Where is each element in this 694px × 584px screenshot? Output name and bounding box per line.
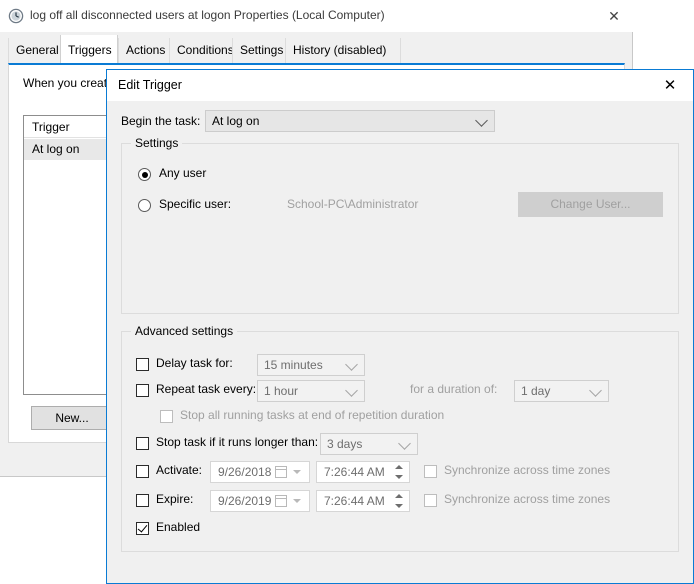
stop-task-longer-label: Stop task if it runs longer than:	[156, 435, 319, 449]
chevron-down-icon	[345, 358, 358, 371]
expire-label: Expire:	[156, 492, 194, 506]
begin-task-label: Begin the task:	[121, 114, 201, 128]
tab-conditions[interactable]: Conditions	[169, 38, 239, 63]
expire-date-value: 9/26/2019	[218, 494, 272, 508]
dialog-title: Edit Trigger	[118, 78, 182, 92]
checkbox-activate[interactable]	[136, 465, 149, 478]
activate-time-field[interactable]: 7:26:44 AM	[316, 461, 410, 483]
delay-task-select[interactable]: 15 minutes	[257, 354, 365, 376]
trigger-cell-value: At log on	[32, 142, 80, 156]
clock-icon	[8, 8, 24, 24]
spinner-down-icon[interactable]	[395, 504, 403, 508]
checkbox-enabled[interactable]	[136, 522, 149, 535]
checkbox-expire-sync-timezones[interactable]	[424, 494, 437, 507]
edit-trigger-dialog: Edit Trigger ✕ Begin the task: At log on…	[106, 69, 694, 584]
time-spinner[interactable]	[392, 493, 407, 509]
tab-settings[interactable]: Settings	[232, 38, 292, 63]
spinner-down-icon[interactable]	[395, 475, 403, 479]
caret-down-icon	[293, 470, 301, 474]
calendar-icon	[275, 495, 287, 507]
expire-sync-label: Synchronize across time zones	[444, 492, 611, 506]
settings-group-caption: Settings	[131, 136, 183, 150]
delay-task-value: 15 minutes	[264, 358, 323, 372]
repeat-task-select[interactable]: 1 hour	[257, 380, 365, 402]
duration-value: 1 day	[521, 384, 551, 398]
advanced-settings-groupbox: Advanced settings Delay task for: 15 min…	[121, 324, 679, 552]
chevron-down-icon	[475, 114, 488, 127]
checkbox-stop-all-running-tasks[interactable]	[160, 410, 173, 423]
change-user-button[interactable]: Change User...	[518, 192, 663, 217]
activate-time-value: 7:26:44 AM	[324, 465, 385, 479]
calendar-icon	[275, 466, 287, 478]
window-title: log off all disconnected users at logon …	[30, 8, 385, 22]
duration-select[interactable]: 1 day	[514, 380, 609, 402]
tab-strip: General Triggers Actions Conditions Sett…	[0, 35, 633, 64]
window-close-icon[interactable]: ✕	[600, 6, 628, 26]
checkbox-expire[interactable]	[136, 494, 149, 507]
radio-any-user-label: Any user	[159, 166, 207, 180]
checkbox-activate-sync-timezones[interactable]	[424, 465, 437, 478]
chevron-down-icon	[589, 384, 602, 397]
radio-specific-user-label: Specific user:	[159, 197, 232, 211]
repeat-task-label: Repeat task every:	[156, 382, 257, 396]
enabled-label: Enabled	[156, 520, 201, 534]
time-spinner[interactable]	[392, 464, 407, 480]
spinner-up-icon[interactable]	[395, 465, 403, 469]
expire-date-field[interactable]: 9/26/2019	[210, 490, 310, 512]
spinner-up-icon[interactable]	[395, 494, 403, 498]
stop-task-longer-select[interactable]: 3 days	[320, 433, 418, 455]
caret-down-icon	[293, 499, 301, 503]
expire-time-field[interactable]: 7:26:44 AM	[316, 490, 410, 512]
checkbox-repeat-task[interactable]	[136, 384, 149, 397]
dialog-titlebar: Edit Trigger ✕	[107, 70, 693, 101]
chevron-down-icon	[398, 437, 411, 450]
advanced-group-caption: Advanced settings	[131, 324, 238, 338]
radio-specific-user[interactable]	[138, 199, 151, 212]
duration-label: for a duration of:	[410, 382, 498, 396]
specific-user-value: School-PC\Administrator	[287, 197, 419, 211]
stop-task-longer-value: 3 days	[327, 437, 363, 451]
new-trigger-button[interactable]: New...	[31, 406, 113, 430]
chevron-down-icon	[345, 384, 358, 397]
checkbox-delay-task[interactable]	[136, 358, 149, 371]
window-titlebar: log off all disconnected users at logon …	[0, 0, 633, 32]
radio-any-user[interactable]	[138, 168, 151, 181]
repeat-task-value: 1 hour	[264, 384, 299, 398]
activate-sync-label: Synchronize across time zones	[444, 463, 611, 477]
activate-date-value: 9/26/2018	[218, 465, 272, 479]
activate-date-field[interactable]: 9/26/2018	[210, 461, 310, 483]
expire-time-value: 7:26:44 AM	[324, 494, 385, 508]
activate-label: Activate:	[156, 463, 203, 477]
checkbox-stop-task-longer[interactable]	[136, 437, 149, 450]
stop-all-running-tasks-label: Stop all running tasks at end of repetit…	[180, 408, 445, 422]
tab-actions[interactable]: Actions	[118, 38, 176, 63]
delay-task-label: Delay task for:	[156, 356, 233, 370]
tab-triggers[interactable]: Triggers	[60, 35, 118, 63]
begin-task-value: At log on	[212, 114, 260, 128]
settings-groupbox: Settings Any user Specific user: School-…	[121, 136, 679, 314]
tab-history[interactable]: History (disabled)	[285, 38, 401, 63]
column-header-trigger: Trigger	[32, 120, 70, 134]
close-icon[interactable]: ✕	[653, 75, 687, 97]
begin-task-select[interactable]: At log on	[205, 110, 495, 132]
panel-description: When you creat	[23, 76, 108, 90]
